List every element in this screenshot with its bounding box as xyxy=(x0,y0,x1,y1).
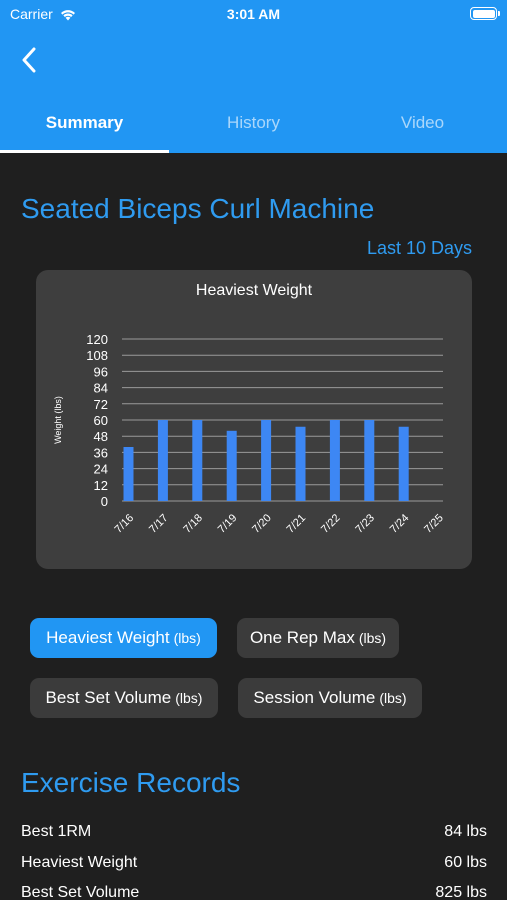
y-tick-label: 84 xyxy=(94,381,108,396)
y-tick-label: 24 xyxy=(94,462,108,477)
best-set-volume-button[interactable]: Best Set Volume (lbs) xyxy=(30,678,218,718)
chart-title: Heaviest Weight xyxy=(196,282,313,299)
record-row-best-1rm: Best 1RM 84 lbs xyxy=(21,823,487,841)
exercise-title: Seated Biceps Curl Machine xyxy=(21,193,375,224)
x-tick-label: 7/23 xyxy=(353,512,377,536)
tab-bar: Summary History Video xyxy=(0,100,507,153)
chevron-left-icon xyxy=(22,47,36,73)
y-tick-label: 108 xyxy=(86,348,108,363)
x-tick-label: 7/19 xyxy=(216,512,240,536)
records-title: Exercise Records xyxy=(21,767,241,798)
x-tick-label: 7/21 xyxy=(285,512,309,536)
y-tick-label: 120 xyxy=(86,332,108,347)
session-volume-button-label: Session Volume xyxy=(253,688,376,707)
x-tick-label: 7/22 xyxy=(319,512,343,536)
tab-video[interactable]: Video xyxy=(338,100,507,153)
x-tick-label: 7/20 xyxy=(250,512,274,536)
tab-summary[interactable]: Summary xyxy=(0,100,169,153)
session-volume-button-unit: (lbs) xyxy=(379,690,407,706)
y-tick-label: 48 xyxy=(94,429,108,444)
chart-card: Heaviest Weight 0 12 24 36 48 60 72 84 96 108 120 We… xyxy=(36,270,472,569)
bar xyxy=(398,426,409,501)
y-tick-label: 0 xyxy=(101,494,108,509)
y-axis-label: Weight (lbs) xyxy=(53,396,63,444)
x-tick-label: 7/17 xyxy=(147,512,171,536)
session-volume-button[interactable]: Session Volume (lbs) xyxy=(238,678,422,718)
bar xyxy=(329,420,340,501)
heaviest-weight-chart: Heaviest Weight 01224 3648607284 96108120 We… xyxy=(53,282,446,536)
x-tick-label: 7/24 xyxy=(388,512,412,536)
record-value: 60 lbs xyxy=(444,854,487,871)
status-bar: Carrier 3:01 AM xyxy=(0,0,507,30)
battery-icon xyxy=(470,7,500,20)
date-range-selector[interactable]: Last 10 Days xyxy=(367,238,472,259)
bar xyxy=(192,420,203,501)
record-row-best-set-volume: Best Set Volume 825 lbs xyxy=(21,884,487,900)
heaviest-weight-button-label: Heaviest Weight xyxy=(46,628,170,647)
record-value: 825 lbs xyxy=(435,884,487,900)
one-rep-max-button-unit: (lbs) xyxy=(358,630,387,646)
app-header: Carrier 3:01 AM Summary History Video xyxy=(0,0,507,153)
record-label: Best Set Volume xyxy=(21,884,140,900)
y-tick-label: 36 xyxy=(94,445,108,460)
x-tick-label: 7/18 xyxy=(181,512,205,536)
bar xyxy=(123,447,134,501)
record-label: Best 1RM xyxy=(21,823,92,840)
bar xyxy=(364,420,375,501)
y-tick-label: 72 xyxy=(94,397,108,412)
one-rep-max-button[interactable]: One Rep Max (lbs) xyxy=(237,618,399,658)
heaviest-weight-button-unit: (lbs) xyxy=(173,630,201,646)
status-time: 3:01 AM xyxy=(226,6,281,22)
y-tick-label: 12 xyxy=(94,478,108,493)
y-tick-label: 60 xyxy=(94,413,108,428)
x-tick-label: 7/25 xyxy=(422,512,446,536)
y-tick-label: 96 xyxy=(94,364,108,379)
record-value: 84 lbs xyxy=(444,823,487,840)
back-button[interactable] xyxy=(14,44,44,76)
best-set-volume-button-unit: (lbs) xyxy=(175,690,203,706)
tab-history[interactable]: History xyxy=(169,100,338,153)
record-label: Heaviest Weight xyxy=(21,854,138,871)
best-set-volume-button-label: Best Set Volume xyxy=(45,688,172,707)
bar xyxy=(295,426,306,501)
x-tick-label: 7/16 xyxy=(113,512,137,536)
bar xyxy=(226,430,237,501)
heaviest-weight-button[interactable]: Heaviest Weight (lbs) xyxy=(30,618,217,658)
bar xyxy=(157,420,168,501)
bar xyxy=(261,420,272,501)
record-row-heaviest-weight: Heaviest Weight 60 lbs xyxy=(21,854,487,872)
one-rep-max-button-label: One Rep Max xyxy=(249,628,355,647)
